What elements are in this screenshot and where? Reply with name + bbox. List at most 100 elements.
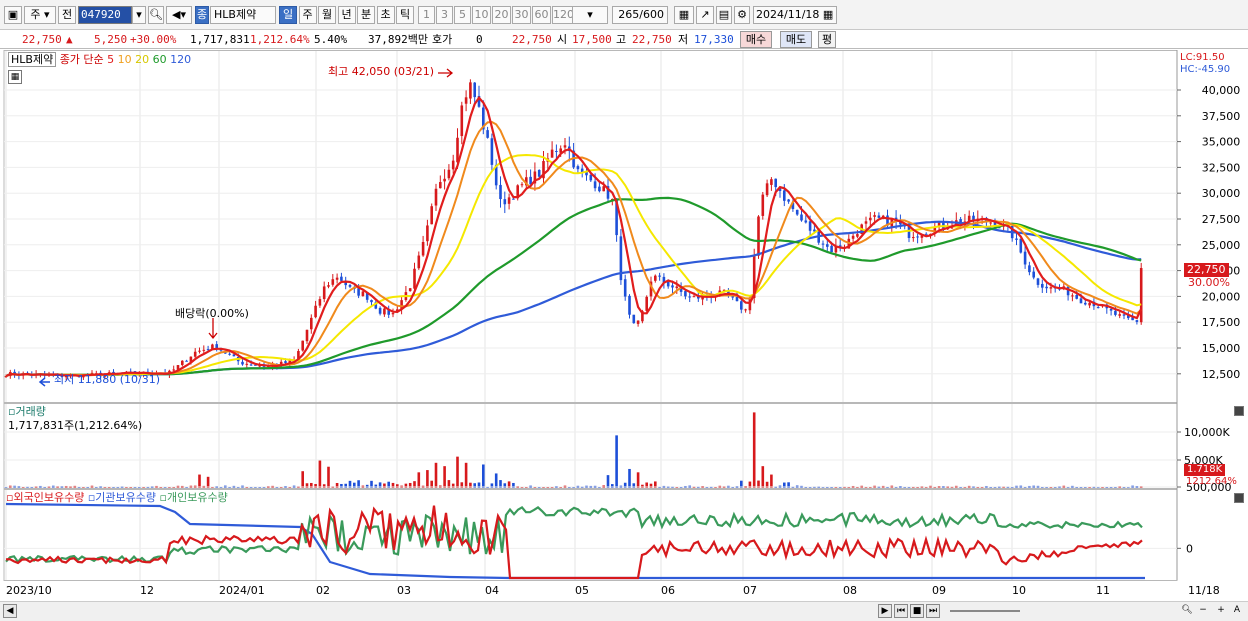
candle-body (185, 360, 188, 362)
y-tick-label-volume: 10,000K (1184, 426, 1230, 439)
minute-button-3[interactable]: 3 (436, 6, 453, 24)
candle-body (383, 308, 386, 315)
volume-bar (615, 435, 618, 488)
market-select[interactable]: 주 ▾ (24, 6, 56, 24)
x-tick-label: 12 (140, 584, 154, 597)
x-tick-label: 11 (1096, 584, 1110, 597)
minute-button-10[interactable]: 10 (472, 6, 491, 24)
legend-stock-name[interactable]: HLB제약 (8, 52, 57, 67)
candle-body (864, 221, 868, 224)
volume-bar (301, 471, 304, 488)
minute-button-120[interactable]: 120 (552, 6, 574, 24)
zoom-out-icon[interactable]: − (1196, 604, 1210, 618)
candle-body (1019, 238, 1023, 253)
candle-body (1096, 307, 1100, 309)
candle-body (228, 353, 231, 355)
volume-bar (365, 484, 369, 488)
candle-body (628, 295, 631, 315)
volume-title: ▫거래량 (8, 405, 46, 418)
zoom-search-icon[interactable]: 🔍︎ (1180, 604, 1194, 618)
window-menu-icon[interactable]: ▣ (4, 6, 22, 24)
holding-close-icon[interactable] (1234, 493, 1244, 503)
x-tick-label: 03 (397, 584, 411, 597)
scroll-left-icon[interactable]: ◀ (3, 604, 17, 618)
y-tick-label-price: 20,000 (1202, 290, 1241, 303)
volume-bar (1079, 487, 1083, 488)
eval-button[interactable]: 평 (818, 31, 836, 48)
scroll-first-icon[interactable]: ⏮ (894, 604, 908, 618)
candle-body (464, 97, 468, 104)
scroll-last-icon[interactable]: ⏭ (926, 604, 940, 618)
high-label: 고 (616, 33, 627, 46)
prev-button[interactable]: 전 (58, 6, 76, 24)
sell-button[interactable]: 매도 (780, 31, 812, 48)
period-button-1[interactable]: 주 (298, 6, 317, 24)
y-tick-label-price: 17,500 (1202, 316, 1241, 329)
candle-body (361, 291, 365, 296)
minute-button-60[interactable]: 60 (532, 6, 551, 24)
volume-bar (327, 466, 330, 488)
candle-body (520, 184, 524, 186)
candle-body (1079, 298, 1083, 304)
period-button-4[interactable]: 분 (357, 6, 375, 24)
volume-value-label: 1,717,831주(1,212.64%) (8, 419, 143, 432)
candle-body (692, 296, 696, 298)
volume-bar (206, 476, 210, 488)
period-button-6[interactable]: 틱 (396, 6, 414, 24)
save-icon[interactable]: ▤ (716, 6, 732, 24)
candle-body (202, 349, 206, 351)
open-price: 17,500 (572, 33, 612, 46)
period-button-2[interactable]: 월 (318, 6, 336, 24)
count-field[interactable]: 265/600 (612, 6, 668, 24)
minute-button-20[interactable]: 20 (492, 6, 511, 24)
candle-body (413, 268, 416, 289)
stock-name-field[interactable]: HLB제약 (210, 6, 276, 24)
x-tick-label: 04 (485, 584, 499, 597)
price-legend: HLB제약 종가 단순 5 10 20 60 120 (8, 52, 191, 67)
buy-button[interactable]: 매수 (740, 31, 772, 48)
candle-body (765, 183, 769, 196)
search-icon[interactable]: 🔍︎ (148, 6, 164, 24)
sound-icon[interactable]: ◀▾ (166, 6, 192, 24)
y-tick-label-holding: 0 (1186, 542, 1193, 555)
volume-bar (770, 474, 773, 488)
chart-scrollbar[interactable]: ◀ ▶ ⏮ ■ ⏭ 🔍︎ − + A (0, 601, 1248, 621)
period-button-5[interactable]: 초 (376, 6, 395, 24)
volume-close-icon[interactable] (1234, 406, 1244, 416)
stock-chart[interactable]: 2023/10 12 2024/01 02 03 04 05 06 07 08 09 10 11 11/1… (0, 50, 1248, 601)
font-size-icon[interactable]: A (1230, 604, 1244, 618)
chart-area[interactable]: 2023/10 12 2024/01 02 03 04 05 06 07 08 09 10 11 11/1… (0, 50, 1248, 601)
zoom-in-icon[interactable]: + (1214, 604, 1228, 618)
code-dropdown-icon[interactable]: ▾ (132, 6, 146, 24)
candle-body (774, 178, 777, 188)
candle-body (408, 288, 412, 292)
volume-bar (125, 487, 128, 488)
date-field[interactable]: 2024/11/18 ▦ (753, 6, 837, 24)
stock-code-input[interactable]: 047920 (78, 6, 132, 24)
candle-body (912, 237, 915, 239)
minute-dropdown[interactable]: ▾ (572, 6, 608, 24)
candle-body (666, 281, 670, 287)
stop-icon[interactable]: ■ (910, 604, 924, 618)
minute-button-5[interactable]: 5 (454, 6, 471, 24)
low-price: 17,330 (694, 33, 734, 46)
lc-label: LC:91.50 (1180, 52, 1225, 63)
candle-body (826, 244, 829, 247)
zoom-slider[interactable] (950, 610, 1020, 612)
gear-icon[interactable]: ⚙ (734, 6, 750, 24)
candle-body (1045, 286, 1048, 289)
scroll-right-icon[interactable]: ▶ (878, 604, 892, 618)
candle-body (1118, 314, 1121, 316)
legend-ma60: 60 (152, 53, 167, 66)
draw-icon[interactable]: ↗ (696, 6, 714, 24)
candle-body (800, 214, 803, 221)
period-button-3[interactable]: 년 (337, 6, 356, 24)
minute-button-1[interactable]: 1 (418, 6, 435, 24)
period-button-0[interactable]: 일 (279, 6, 297, 24)
candle-body (284, 361, 287, 363)
legend-ma10: 10 (117, 53, 132, 66)
calendar-icon[interactable]: ▦ (8, 70, 22, 84)
minute-button-30[interactable]: 30 (512, 6, 531, 24)
candle-body (378, 307, 382, 314)
tools-icon[interactable]: ▦ (674, 6, 694, 24)
